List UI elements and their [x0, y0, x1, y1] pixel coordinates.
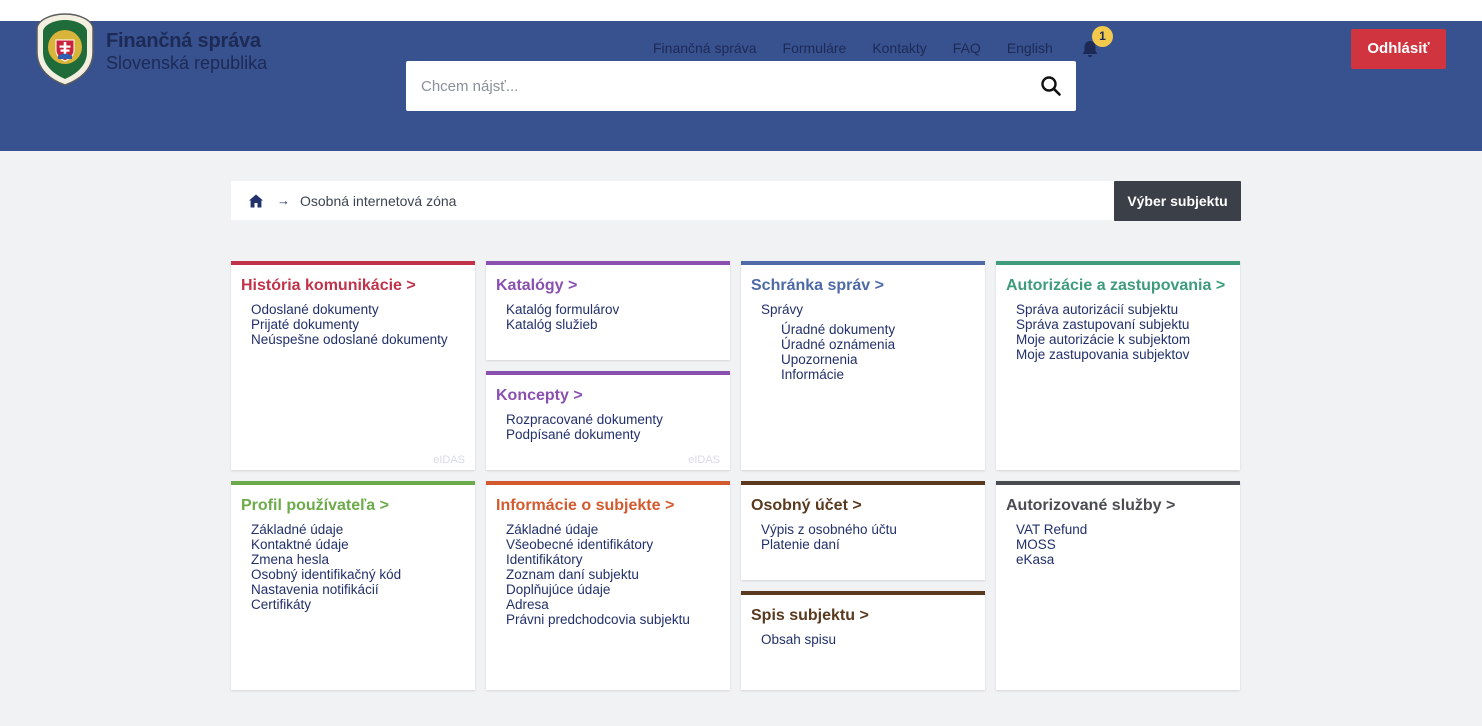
card-links: Odoslané dokumenty Prijaté dokumenty Neú…	[251, 302, 448, 347]
link-pravni-predchodcovia-subjektu[interactable]: Právni predchodcovia subjektu	[506, 612, 690, 627]
eidas-label: eIDAS	[433, 454, 465, 466]
breadcrumb-current: Osobná internetová zóna	[300, 192, 457, 209]
nav-formulare[interactable]: Formuláre	[783, 40, 847, 56]
card-koncepty: Koncepty > Rozpracované dokumenty Podpís…	[486, 371, 730, 470]
card-title[interactable]: Katalógy >	[496, 277, 577, 295]
brand-name: Finančná správa	[106, 30, 261, 52]
card-links: Rozpracované dokumenty Podpísané dokumen…	[506, 412, 663, 442]
card-title[interactable]: Schránka správ >	[751, 277, 884, 295]
link-rozpracovane-dokumenty[interactable]: Rozpracované dokumenty	[506, 412, 663, 427]
card-links: Základné údaje Kontaktné údaje Zmena hes…	[251, 522, 401, 612]
card-informacie-o-subjekte: Informácie o subjekte > Základné údaje V…	[486, 481, 730, 690]
card-links: Výpis z osobného účtu Platenie daní	[761, 522, 897, 552]
nav-financna-sprava[interactable]: Finančná správa	[653, 40, 757, 56]
card-title[interactable]: Spis subjektu >	[751, 607, 869, 625]
link-katalog-sluzieb[interactable]: Katalóg služieb	[506, 317, 598, 332]
card-osobny-ucet: Osobný účet > Výpis z osobného účtu Plat…	[741, 481, 985, 580]
link-neuspesne-odoslane-dokumenty[interactable]: Neúspešne odoslané dokumenty	[251, 332, 448, 347]
nav-english[interactable]: English	[1007, 40, 1053, 56]
link-doplnujuce-udaje[interactable]: Doplňujúce údaje	[506, 582, 610, 597]
link-informacie[interactable]: Informácie	[781, 367, 844, 382]
card-autorizacie-a-zastupovania: Autorizácie a zastupovania > Správa auto…	[996, 261, 1240, 470]
card-title[interactable]: Osobný účet >	[751, 497, 862, 515]
link-podpisane-dokumenty[interactable]: Podpísané dokumenty	[506, 427, 640, 442]
card-links: Katalóg formulárov Katalóg služieb	[506, 302, 619, 332]
link-certifikaty[interactable]: Certifikáty	[251, 597, 311, 612]
link-zakladne-udaje[interactable]: Základné údaje	[251, 522, 343, 537]
card-title[interactable]: Autorizácie a zastupovania >	[1006, 277, 1225, 295]
card-autorizovane-sluzby: Autorizované služby > VAT Refund MOSS eK…	[996, 481, 1240, 690]
brand-title[interactable]: Finančná správa Slovenská republika	[106, 30, 267, 74]
link-moje-zastupovania-subjektov[interactable]: Moje zastupovania subjektov	[1016, 347, 1189, 362]
link-osobny-identifikacny-kod[interactable]: Osobný identifikačný kód	[251, 567, 401, 582]
link-kontaktne-udaje[interactable]: Kontaktné údaje	[251, 537, 349, 552]
link-spravy[interactable]: Správy	[761, 302, 803, 317]
home-icon[interactable]	[248, 193, 264, 209]
link-sprava-autorizacii-subjektu[interactable]: Správa autorizácií subjektu	[1016, 302, 1178, 317]
top-navigation: Finančná správa Formuláre Kontakty FAQ E…	[653, 40, 1053, 56]
link-ekasa[interactable]: eKasa	[1016, 552, 1054, 567]
link-uradne-dokumenty[interactable]: Úradné dokumenty	[781, 322, 895, 337]
link-vat-refund[interactable]: VAT Refund	[1016, 522, 1087, 537]
link-identifikatory[interactable]: Identifikátory	[506, 552, 583, 567]
card-title[interactable]: Autorizované služby >	[1006, 497, 1175, 515]
card-title[interactable]: História komunikácie >	[241, 277, 416, 295]
breadcrumb-arrow-icon: →	[277, 193, 290, 208]
card-links: Správy Úradné dokumenty Úradné oznámenia…	[761, 302, 895, 382]
card-links: Správa autorizácií subjektu Správa zastu…	[1016, 302, 1190, 362]
link-zakladne-udaje-subjektu[interactable]: Základné údaje	[506, 522, 598, 537]
card-links: Obsah spisu	[761, 632, 836, 647]
card-katalogy: Katalógy > Katalóg formulárov Katalóg sl…	[486, 261, 730, 360]
link-nastavenia-notifikacii[interactable]: Nastavenia notifikácií	[251, 582, 379, 597]
link-odoslane-dokumenty[interactable]: Odoslané dokumenty	[251, 302, 379, 317]
nav-faq[interactable]: FAQ	[953, 40, 981, 56]
link-moss[interactable]: MOSS	[1016, 537, 1056, 552]
notification-badge[interactable]: 1	[1092, 26, 1113, 47]
link-obsah-spisu[interactable]: Obsah spisu	[761, 632, 836, 647]
search-input[interactable]	[406, 61, 1039, 111]
brand-country: Slovenská republika	[106, 53, 268, 73]
eidas-label: eIDAS	[688, 454, 720, 466]
link-upozornenia[interactable]: Upozornenia	[781, 352, 858, 367]
card-schranka-sprav: Schránka správ > Správy Úradné dokumenty…	[741, 261, 985, 470]
breadcrumb: → Osobná internetová zóna	[231, 181, 1114, 220]
search-icon[interactable]	[1039, 74, 1063, 98]
link-platenie-dani[interactable]: Platenie daní	[761, 537, 840, 552]
link-vseobecne-identifikatory[interactable]: Všeobecné identifikátory	[506, 537, 653, 552]
nav-kontakty[interactable]: Kontakty	[872, 40, 926, 56]
card-spis-subjektu: Spis subjektu > Obsah spisu	[741, 591, 985, 690]
link-prijate-dokumenty[interactable]: Prijaté dokumenty	[251, 317, 359, 332]
card-title[interactable]: Informácie o subjekte >	[496, 497, 674, 515]
link-zmena-hesla[interactable]: Zmena hesla	[251, 552, 329, 567]
link-zoznam-dani-subjektu[interactable]: Zoznam daní subjektu	[506, 567, 639, 582]
card-historia-komunikacie: História komunikácie > Odoslané dokument…	[231, 261, 475, 470]
financna-sprava-logo[interactable]	[35, 12, 95, 86]
card-title[interactable]: Koncepty >	[496, 387, 583, 405]
card-links: VAT Refund MOSS eKasa	[1016, 522, 1087, 567]
select-subject-button[interactable]: Výber subjektu	[1114, 181, 1241, 221]
link-moje-autorizacie-k-subjektom[interactable]: Moje autorizácie k subjektom	[1016, 332, 1190, 347]
link-adresa[interactable]: Adresa	[506, 597, 549, 612]
search-box	[406, 61, 1076, 111]
link-vypis-z-osobneho-uctu[interactable]: Výpis z osobného účtu	[761, 522, 897, 537]
logout-button[interactable]: Odhlásiť	[1351, 29, 1446, 69]
card-links: Základné údaje Všeobecné identifikátory …	[506, 522, 690, 627]
top-white-strip	[0, 0, 1482, 21]
card-title[interactable]: Profil používateľa >	[241, 497, 389, 515]
card-profil-pouzivatela: Profil používateľa > Základné údaje Kont…	[231, 481, 475, 690]
link-sprava-zastupovani-subjektu[interactable]: Správa zastupovaní subjektu	[1016, 317, 1189, 332]
link-uradne-oznamenia[interactable]: Úradné oznámenia	[781, 337, 895, 352]
link-katalog-formularov[interactable]: Katalóg formulárov	[506, 302, 619, 317]
